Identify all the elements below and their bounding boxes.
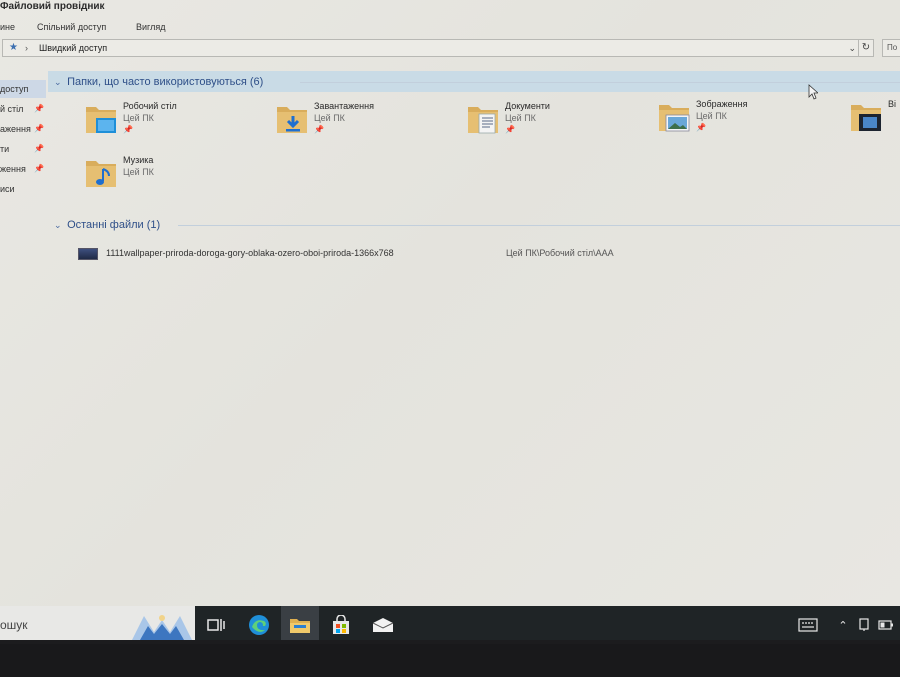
menu-bar: ине Спільний доступ Вигляд: [0, 16, 900, 38]
folder-videos[interactable]: Ві: [850, 99, 900, 143]
address-bar[interactable]: ★ › Швидкий доступ ⌄: [2, 39, 859, 57]
nav-item-label: доступ: [0, 84, 29, 94]
nav-item-label: й стіл: [0, 104, 24, 114]
group-header-label: Папки, що часто використовуються (6): [67, 76, 264, 88]
documents-folder-icon: [468, 107, 498, 134]
taskbar: ошук ⌃: [0, 606, 900, 640]
folder-name: Завантаження: [314, 101, 374, 111]
folder-location: Цей ПК: [314, 113, 345, 123]
mouse-cursor-icon: [808, 84, 818, 100]
pin-icon: 📌: [34, 124, 44, 133]
search-highlight-art-icon: [132, 615, 192, 640]
folder-location: Цей ПК: [123, 113, 154, 123]
nav-item-label: ження: [0, 164, 26, 174]
mail-icon: [372, 618, 394, 632]
tray-overflow-button[interactable]: ⌃: [834, 606, 852, 640]
nav-item-label: иси: [0, 184, 15, 194]
list-item[interactable]: 1111wallpaper-priroda-doroga-gory-oblaka…: [78, 246, 878, 262]
chevron-up-icon: ⌃: [838, 619, 848, 632]
taskbar-search-text: ошук: [0, 618, 28, 632]
tray-network-button[interactable]: [856, 606, 872, 640]
videos-folder-icon: [851, 105, 881, 131]
folder-location: Цей ПК: [123, 167, 154, 177]
store-button[interactable]: [322, 606, 360, 640]
file-path: Цей ПК\Робочий стіл\ААА: [506, 248, 614, 258]
nav-item-label: аження: [0, 124, 31, 134]
breadcrumb-chevron-icon: ›: [25, 43, 28, 53]
nav-item-desktop[interactable]: й стіл 📌: [0, 100, 46, 118]
edge-icon: [249, 615, 269, 635]
folder-name: Музика: [123, 155, 154, 165]
recent-files-header[interactable]: ⌄ Останні файли (1): [54, 216, 160, 234]
downloads-folder-icon: [277, 107, 307, 133]
edge-button[interactable]: [240, 606, 278, 640]
folder-pictures[interactable]: Зображення Цей ПК 📌: [658, 99, 838, 143]
quick-access-star-icon: ★: [9, 42, 18, 53]
address-row: ★ › Швидкий доступ ⌄ ↻ По: [0, 38, 900, 60]
file-explorer-button[interactable]: [281, 606, 319, 640]
keyboard-icon: [798, 618, 818, 632]
pin-icon: 📌: [314, 125, 324, 134]
screen: Файловий провідник ине Спільний доступ В…: [0, 0, 900, 640]
folder-name: Документи: [505, 101, 550, 111]
nav-item-records[interactable]: иси: [0, 180, 46, 198]
frequent-folders-header[interactable]: ⌄ Папки, що часто використовуються (6): [54, 73, 263, 91]
group-divider: [178, 225, 900, 226]
mail-button[interactable]: [364, 606, 402, 640]
tray-battery-button[interactable]: [876, 606, 896, 640]
pin-icon: 📌: [34, 144, 44, 153]
address-dropdown-icon[interactable]: ⌄: [848, 40, 856, 56]
folder-desktop[interactable]: Робочий стіл Цей ПК 📌: [85, 101, 265, 145]
group-header-label: Останні файли (1): [67, 219, 161, 231]
nav-item-quick-access[interactable]: доступ: [0, 80, 46, 98]
pin-icon: 📌: [505, 125, 515, 134]
pin-icon: 📌: [123, 125, 133, 134]
pin-icon: 📌: [696, 123, 706, 132]
search-input[interactable]: По: [882, 39, 900, 57]
breadcrumb[interactable]: Швидкий доступ: [39, 40, 107, 56]
folder-location: Цей ПК: [505, 113, 536, 123]
store-icon: [333, 615, 349, 634]
folder-location: Цей ПК: [696, 111, 727, 121]
menu-item-view[interactable]: Вигляд: [136, 22, 166, 32]
folder-name: Зображення: [696, 99, 748, 109]
music-folder-icon: [86, 161, 116, 187]
nav-item-downloads[interactable]: аження 📌: [0, 120, 46, 138]
nav-item-label: ти: [0, 144, 10, 154]
folder-downloads[interactable]: Завантаження Цей ПК 📌: [276, 101, 456, 145]
nav-item-documents[interactable]: ти 📌: [0, 140, 46, 158]
tray-keyboard-button[interactable]: [794, 606, 822, 640]
battery-icon: [878, 620, 893, 630]
window-title: Файловий провідник: [0, 1, 105, 12]
group-divider: [300, 82, 900, 83]
image-file-icon: [78, 248, 98, 260]
task-view-button[interactable]: [197, 606, 235, 640]
collapse-chevron-icon[interactable]: ⌄: [54, 216, 64, 234]
navigation-pane: доступ й стіл 📌 аження 📌 ти 📌 ження 📌 ис…: [0, 70, 46, 210]
pin-icon: 📌: [34, 164, 44, 173]
pictures-folder-icon: [659, 105, 690, 132]
network-icon: [859, 618, 869, 631]
nav-item-pictures[interactable]: ження 📌: [0, 160, 46, 178]
folder-documents[interactable]: Документи Цей ПК 📌: [467, 101, 647, 145]
desktop-folder-icon: [86, 107, 116, 133]
menu-item-sharing[interactable]: Спільний доступ: [37, 22, 106, 32]
folder-music[interactable]: Музика Цей ПК: [85, 155, 265, 199]
pin-icon: 📌: [34, 104, 44, 113]
file-explorer-icon: [290, 619, 310, 633]
refresh-button[interactable]: ↻: [858, 39, 874, 57]
menu-item-share[interactable]: ине: [0, 22, 15, 32]
file-name: 1111wallpaper-priroda-doroga-gory-oblaka…: [106, 248, 394, 258]
task-view-icon: [207, 619, 225, 631]
folder-name: Ві: [888, 99, 897, 109]
monitor-bezel: [0, 644, 900, 677]
folder-name: Робочий стіл: [123, 101, 177, 111]
collapse-chevron-icon[interactable]: ⌄: [54, 73, 64, 91]
